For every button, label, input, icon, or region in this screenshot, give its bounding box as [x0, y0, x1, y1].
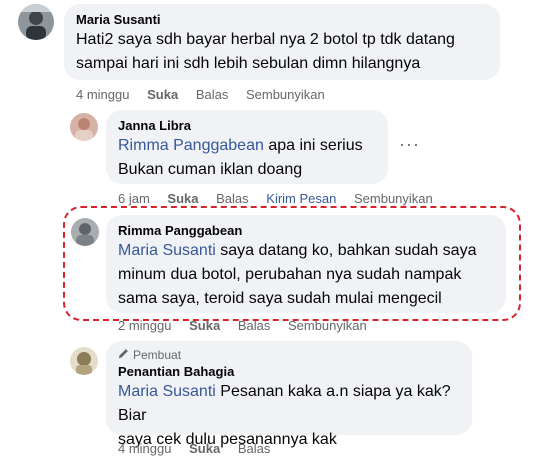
comment-bubble-penantian: Pembuat Penantian Bahagia Maria Susanti …: [106, 341, 472, 448]
author-badge-label: Pembuat: [133, 348, 182, 362]
avatar-janna-libra[interactable]: [70, 113, 98, 141]
reply-button[interactable]: Balas: [216, 191, 249, 206]
comment-author[interactable]: Maria Susanti: [76, 11, 488, 28]
comment-author[interactable]: Penantian Bahagia: [118, 363, 460, 380]
mention-link[interactable]: Maria Susanti: [118, 242, 216, 259]
comment-text: apa ini serius: [263, 137, 363, 154]
like-button[interactable]: Suka: [189, 441, 220, 456]
reply-button[interactable]: Balas: [196, 87, 229, 102]
hide-button[interactable]: Sembunyikan: [354, 191, 433, 206]
mention-link[interactable]: Maria Susanti: [118, 383, 216, 400]
comment-actions: 4 minggu Suka Balas Sembunyikan: [76, 87, 339, 103]
comment-bubble-janna: Janna Libra Rimma Panggabean apa ini ser…: [106, 110, 388, 184]
comment-text-line: Hati2 saya sdh bayar herbal nya 2 botol …: [76, 31, 455, 48]
like-button[interactable]: Suka: [189, 318, 220, 333]
author-badge: Pembuat: [118, 348, 460, 363]
comment-text-line: sama saya, teroid saya sudah mulai menge…: [118, 290, 442, 307]
comment-author[interactable]: Janna Libra: [118, 117, 376, 134]
comment-text: saya datang ko, bahkan sudah saya: [215, 242, 477, 259]
comment-text-line: Maria Susanti saya datang ko, bahkan sud…: [118, 239, 494, 263]
hide-button[interactable]: Sembunyikan: [288, 318, 367, 333]
more-options-icon[interactable]: ···: [399, 134, 420, 155]
comment-text-line: minum dua botol, perubahan nya sudah nam…: [118, 266, 462, 283]
comment-time[interactable]: 4 minggu: [118, 441, 171, 456]
pencil-icon: [118, 348, 129, 363]
comment-actions: 6 jam Suka Balas Kirim Pesan Sembunyikan: [118, 191, 447, 207]
comment-bubble-rimma: Rimma Panggabean Maria Susanti saya data…: [106, 215, 506, 313]
comment-text-line: Maria Susanti Pesanan kaka a.n siapa ya …: [118, 380, 460, 428]
send-message-button[interactable]: Kirim Pesan: [266, 191, 336, 206]
comment-text-line: Bukan cuman iklan doang: [118, 161, 303, 178]
avatar-penantian-bahagia[interactable]: [70, 347, 98, 375]
hide-button[interactable]: Sembunyikan: [246, 87, 325, 102]
comment-actions: 4 minggu Suka Balas: [118, 441, 284, 457]
comment-time[interactable]: 4 minggu: [76, 87, 129, 102]
avatar-maria-susanti[interactable]: [18, 4, 54, 40]
comment-bubble-maria: Maria Susanti Hati2 saya sdh bayar herba…: [64, 4, 500, 80]
like-button[interactable]: Suka: [147, 87, 178, 102]
mention-link[interactable]: Rimma Panggabean: [118, 137, 264, 154]
comment-text-line: sampai hari ini sdh lebih sebulan dimn h…: [76, 55, 421, 72]
reply-button[interactable]: Balas: [238, 318, 271, 333]
comment-author[interactable]: Rimma Panggabean: [118, 222, 494, 239]
like-button[interactable]: Suka: [167, 191, 198, 206]
reply-button[interactable]: Balas: [238, 441, 271, 456]
comment-time[interactable]: 6 jam: [118, 191, 150, 206]
comment-actions: 2 minggu Suka Balas Sembunyikan: [118, 318, 381, 334]
comment-time[interactable]: 2 minggu: [118, 318, 171, 333]
avatar-rimma-panggabean[interactable]: [71, 218, 99, 246]
comment-text-line: Rimma Panggabean apa ini serius: [118, 134, 376, 158]
